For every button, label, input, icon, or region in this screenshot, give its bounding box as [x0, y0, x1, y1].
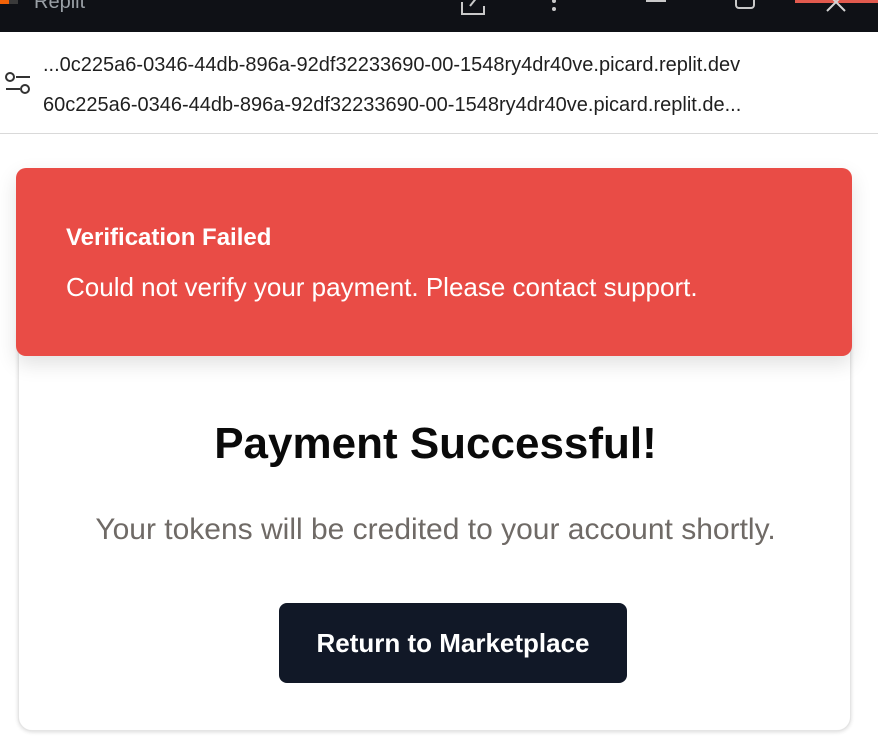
window-titlebar: Replit: [0, 0, 878, 32]
page-title: Payment Successful!: [214, 419, 657, 468]
toast-message: Could not verify your payment. Please co…: [66, 272, 698, 302]
payment-result-card: Payment Successful! Your tokens will be …: [18, 283, 851, 731]
window-title: Replit: [34, 0, 86, 13]
site-settings-icon[interactable]: [4, 70, 32, 98]
page-subtitle: Your tokens will be credited to your acc…: [95, 513, 776, 546]
replit-logo-icon: [0, 0, 20, 6]
close-icon: [826, 0, 846, 12]
close-button[interactable]: [795, 0, 878, 32]
return-to-marketplace-button[interactable]: Return to Marketplace: [279, 603, 627, 683]
url-short[interactable]: ...0c225a6-0346-44db-896a-92df32233690-0…: [43, 54, 740, 77]
url-full[interactable]: 60c225a6-0346-44db-896a-92df32233690-00-…: [43, 94, 741, 117]
share-icon[interactable]: [460, 0, 492, 16]
more-vert-icon[interactable]: [549, 0, 559, 12]
address-bar: ...0c225a6-0346-44db-896a-92df32233690-0…: [0, 32, 878, 134]
error-toast: Verification Failed Could not verify you…: [16, 168, 852, 356]
toast-title: Verification Failed: [66, 224, 272, 251]
minimize-icon[interactable]: [645, 0, 667, 8]
maximize-icon[interactable]: [735, 0, 755, 10]
